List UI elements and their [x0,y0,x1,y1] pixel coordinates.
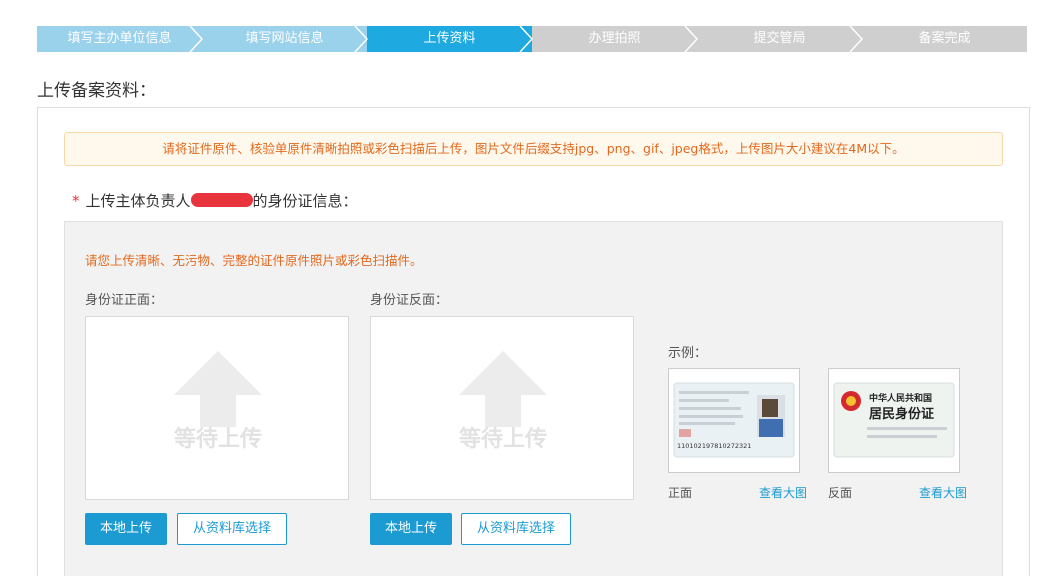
id-card-front-sample [673,382,795,458]
back-local-upload-button[interactable]: 本地上传 [370,513,452,545]
view-large-front-link[interactable]: 查看大图 [759,484,807,501]
sample-back-image: 中华人民共和国 居民身份证 [828,368,960,473]
step-separator [849,26,864,52]
step-label: 备案完成 [918,31,971,46]
view-large-back-link[interactable]: 查看大图 [919,484,967,501]
redacted-name [190,193,253,207]
sample-back-caption: 反面 [828,486,853,500]
upload-arrow-icon [174,351,262,427]
step-submit-bureau: 提交管局 [697,26,864,52]
step-complete: 备案完成 [862,26,1027,52]
upload-panel: 请将证件原件、核验单原件清晰拍照或彩色扫描后上传，图片文件后缀支持jpg、png… [37,107,1030,576]
front-local-upload-button[interactable]: 本地上传 [85,513,167,545]
step-fill-website-info: 填写网站信息 [202,26,369,52]
upload-notice: 请将证件原件、核验单原件清晰拍照或彩色扫描后上传，图片文件后缀支持jpg、png… [64,132,1003,166]
front-label: 身份证正面： [85,293,164,308]
step-label: 填写主办单位信息 [67,31,172,46]
id-card-upload-box: 请您上传清晰、无污物、完整的证件原件照片或彩色扫描件。 身份证正面： 身份证反面… [64,221,1003,576]
step-separator [519,26,534,52]
step-upload-materials: 上传资料 [367,26,534,52]
progress-steps: 填写主办单位信息 填写网站信息 上传资料 办理拍照 提交管局 备案完成 [37,26,1027,52]
sample-id-number: 110102197810272321 [677,442,752,450]
sample-front-caption: 正面 [668,486,693,500]
step-label: 上传资料 [423,31,476,46]
front-library-select-button[interactable]: 从资料库选择 [177,513,287,545]
step-fill-sponsor-info: 填写主办单位信息 [37,26,204,52]
step-label: 办理拍照 [588,31,641,46]
required-mark: * [72,192,80,210]
step-photo: 办理拍照 [532,26,699,52]
id-title-suffix: 的身份证信息： [252,192,358,210]
back-upload-area[interactable]: 等待上传 [370,316,634,500]
section-title: 上传备案资料： [37,81,156,101]
upload-placeholder-text: 等待上传 [458,427,547,452]
sample-back-title-2: 居民身份证 [869,407,935,422]
front-upload-area[interactable]: 等待上传 [85,316,349,500]
upload-hint: 请您上传清晰、无污物、完整的证件原件照片或彩色扫描件。 [85,253,423,268]
step-separator [354,26,369,52]
upload-placeholder-text: 等待上传 [173,427,262,452]
id-card-section-title: * 上传主体负责人 的身份证信息： [72,190,358,211]
back-label: 身份证反面： [370,293,449,308]
sample-front-image: 110102197810272321 [668,368,800,473]
example-label: 示例： [668,346,708,361]
upload-arrow-icon [459,351,547,427]
step-separator [189,26,204,52]
step-label: 提交管局 [753,31,806,46]
id-title-prefix: 上传主体负责人 [85,192,191,210]
back-library-select-button[interactable]: 从资料库选择 [461,513,571,545]
step-label: 填写网站信息 [245,31,324,46]
step-separator [684,26,699,52]
